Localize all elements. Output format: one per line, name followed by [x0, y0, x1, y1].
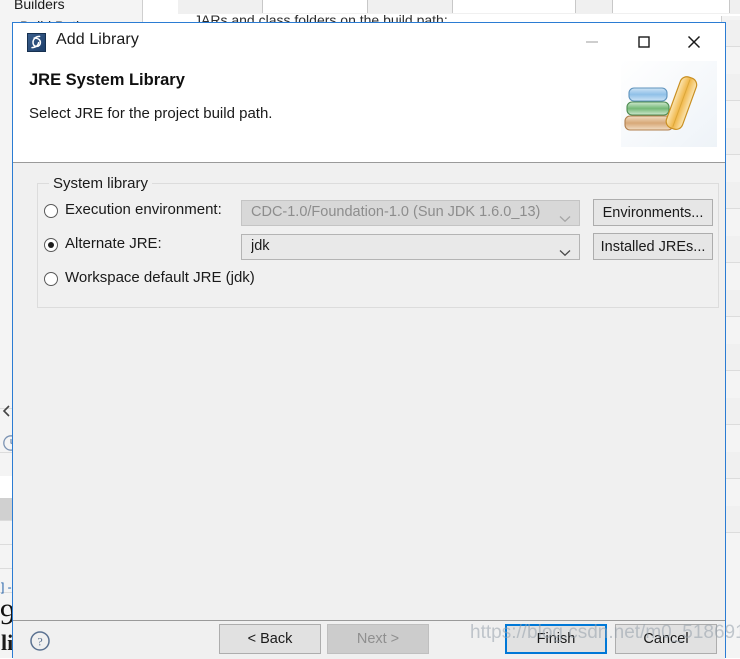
page-title: JRE System Library: [29, 71, 185, 90]
page-subtitle: Select JRE for the project build path.: [29, 105, 272, 122]
cancel-button[interactable]: Cancel: [615, 624, 717, 654]
radio-execution-environment[interactable]: [44, 204, 58, 218]
close-button[interactable]: [671, 23, 717, 61]
help-icon: ?: [29, 639, 51, 656]
dialog-header: JRE System Library Select JRE for the pr…: [13, 61, 725, 163]
book-stack-icon: [621, 61, 717, 147]
back-button[interactable]: < Back: [219, 624, 321, 654]
environments-button[interactable]: Environments...: [593, 199, 713, 226]
dialog-body: System library Execution environment: CD…: [13, 163, 725, 620]
option-row-alternate-jre: Alternate JRE: jdk Installed JREs...: [13, 233, 725, 261]
dialog-title: Add Library: [56, 31, 139, 49]
minimize-button[interactable]: [569, 23, 615, 61]
eclipse-library-icon: [27, 33, 46, 52]
finish-button[interactable]: Finish: [505, 624, 607, 654]
combo-execution-environment-value: CDC-1.0/Foundation-1.0 (Sun JDK 1.6.0_13…: [251, 204, 540, 220]
dialog-titlebar[interactable]: Add Library: [13, 23, 725, 61]
close-icon: [685, 33, 703, 51]
help-button[interactable]: ?: [29, 630, 51, 657]
label-workspace-default-jre: Workspace default JRE (jdk): [65, 269, 255, 286]
option-row-execution-environment: Execution environment: CDC-1.0/Foundatio…: [13, 199, 725, 227]
svg-text:?: ?: [37, 635, 42, 649]
label-execution-environment: Execution environment:: [65, 201, 222, 218]
next-button: Next >: [327, 624, 429, 654]
system-library-group-label: System library: [49, 175, 152, 192]
add-library-dialog: Add Library JRE System Library Select JR…: [12, 22, 726, 658]
option-row-workspace-default-jre: Workspace default JRE (jdk): [13, 267, 725, 295]
maximize-button[interactable]: [621, 23, 667, 61]
installed-jres-button[interactable]: Installed JREs...: [593, 233, 713, 260]
radio-workspace-default-jre[interactable]: [44, 272, 58, 286]
label-alternate-jre: Alternate JRE:: [65, 235, 162, 252]
dialog-footer: ? < Back Next > Finish Cancel: [13, 620, 725, 659]
background-sidebar-item-builders: Builders: [14, 0, 65, 12]
background-small-text: ] -: [1, 580, 12, 594]
background-tab: [452, 0, 576, 13]
combo-alternate-jre[interactable]: jdk: [241, 234, 580, 260]
radio-alternate-jre[interactable]: [44, 238, 58, 252]
maximize-icon: [636, 34, 652, 50]
background-tab: [612, 0, 730, 13]
combo-execution-environment[interactable]: CDC-1.0/Foundation-1.0 (Sun JDK 1.6.0_13…: [241, 200, 580, 226]
minimize-icon: [584, 34, 600, 50]
combo-alternate-jre-value: jdk: [251, 238, 270, 254]
chevron-down-icon: [559, 244, 571, 262]
chevron-down-icon: [559, 210, 571, 228]
